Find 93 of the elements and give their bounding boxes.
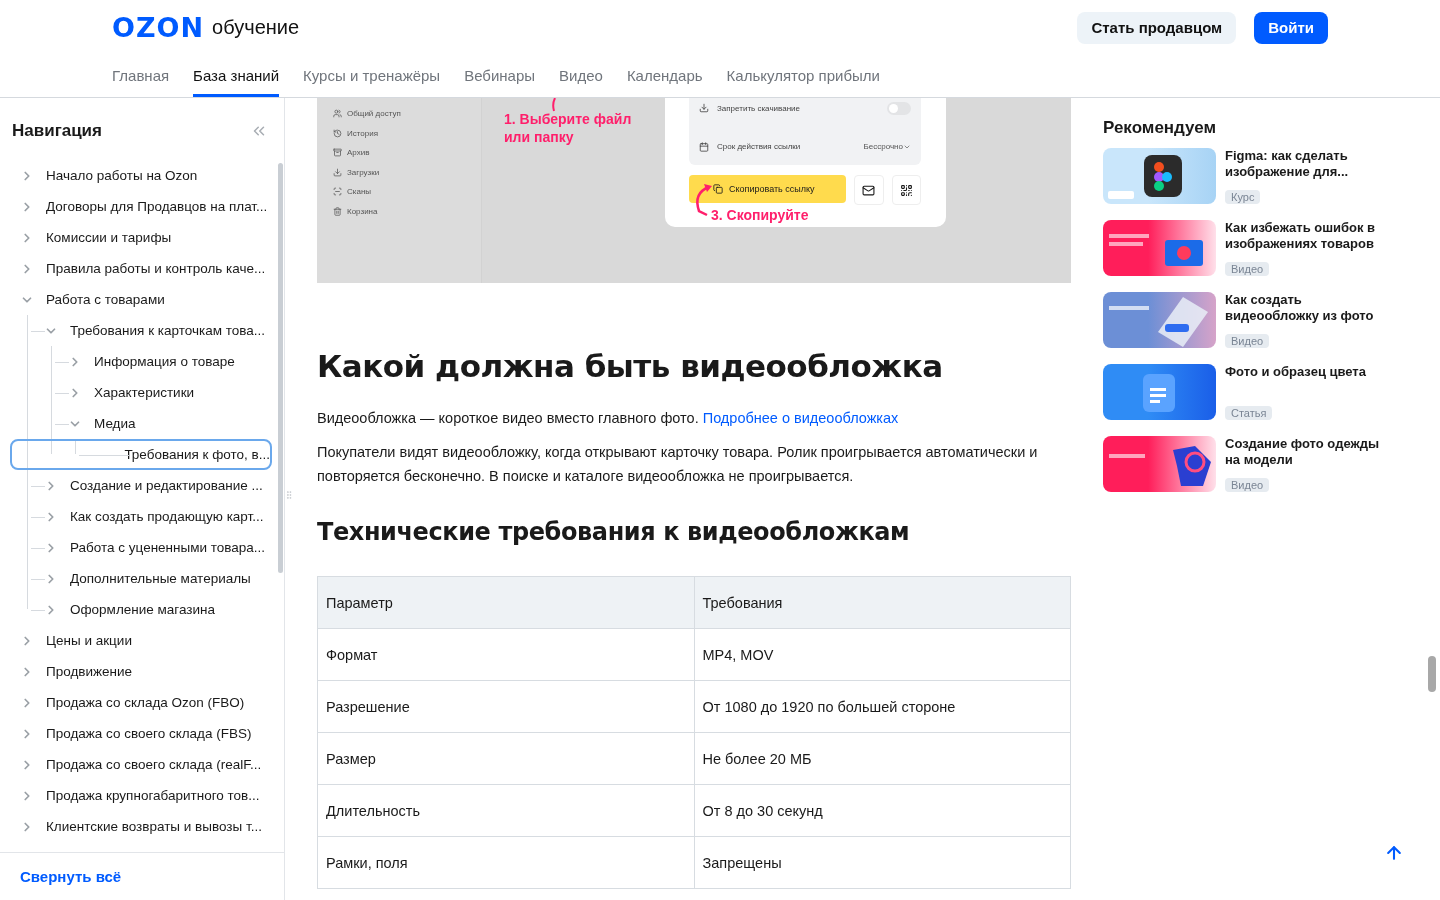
content-type-tag: Курс [1225, 190, 1261, 204]
scroll-up-icon[interactable] [1384, 843, 1404, 863]
content-type-tag: Видео [1225, 262, 1270, 276]
table-cell: Не более 20 МБ [694, 732, 1071, 785]
mail-icon [862, 183, 876, 197]
nav-item[interactable]: Продажа со склада Ozon (FBO) [10, 687, 272, 718]
nav-item[interactable]: Продвижение [10, 656, 272, 687]
table-cell: Длительность [317, 784, 694, 837]
paragraph: Покупатели видят видеообложку, когда открывают карточку товара. Ролик проигрывается автоматически и повторяется бесконечно. В поиске и каталоге видеообложка не проигрывается. [317, 443, 1039, 486]
recommendation-title[interactable]: Создание фото одежды на модели [1225, 436, 1393, 468]
content-type-tag: Статья [1225, 406, 1273, 420]
nav-item[interactable]: Оформление магазина [10, 594, 272, 625]
qr-code-icon [899, 183, 913, 197]
copy-icon [713, 184, 723, 194]
nav-item[interactable]: Характеристики [10, 377, 272, 408]
recommendations-title: Рекомендуем [1103, 117, 1218, 139]
table-cell: MP4, MOV [694, 628, 1071, 681]
nav-item[interactable]: Как создать продающую карт... [10, 501, 272, 532]
table-cell: От 8 до 30 секунд [694, 784, 1071, 837]
table-cell: Запрещены [694, 836, 1071, 889]
nav-item[interactable]: Создание и редактирование ... [10, 470, 272, 501]
nav-item[interactable]: Продажа крупногабаритного тов... [10, 780, 272, 811]
table-cell: Формат [317, 628, 694, 681]
link[interactable]: Подробнее о видеообложках [702, 410, 899, 426]
archive-icon [333, 148, 342, 158]
nav-tab[interactable]: База знаний [193, 55, 280, 97]
expiry-select[interactable]: Бессрочно [863, 142, 911, 151]
download-icon [333, 167, 342, 177]
setting-label: Запретить скачивание [717, 103, 800, 113]
logo-subtitle: обучение [212, 16, 300, 40]
paragraph: Видеообложка — короткое видео вместо главного фото. Подробнее о видеообложках [317, 409, 900, 428]
become-seller-button[interactable]: Стать продавцом [1077, 11, 1237, 44]
nav-item[interactable]: Требования к карточкам това... [10, 315, 272, 346]
nav-item[interactable]: Работа с уцененными товара... [10, 532, 272, 563]
nav-item[interactable]: Клиентские возвраты и вывозы т... [10, 811, 272, 842]
annotation: 1. Выберите файл или папку [504, 110, 633, 146]
nav-tab[interactable]: Курсы и тренажёры [303, 55, 441, 97]
nav-item[interactable]: Правила работы и контроль каче... [10, 253, 272, 284]
history-icon [333, 128, 342, 138]
recommendation-title[interactable]: Фото и образец цвета [1225, 364, 1366, 380]
column-header: Требования [694, 576, 1071, 629]
scrollbar-thumb[interactable] [1428, 656, 1436, 692]
folder-label: Архив [347, 148, 370, 158]
table-cell: Разрешение [317, 680, 694, 733]
article-heading: Какой должна быть видеообложка [317, 347, 944, 386]
nav-item[interactable]: Требования к фото, в... [10, 439, 272, 470]
scrollbar-thumb[interactable] [278, 163, 283, 573]
logo[interactable]: OZON [112, 12, 205, 44]
recommendation-title[interactable]: Как избежать ошибок в изображениях товаров [1225, 220, 1393, 252]
nav-item[interactable]: Договоры для Продавцов на плат... [10, 191, 272, 222]
nav-item[interactable]: Работа с товарами [10, 284, 272, 315]
collapse-all-link[interactable]: Свернуть всё [20, 868, 122, 885]
scan-icon [333, 187, 342, 197]
setting-label: Срок действия ссылки [717, 142, 801, 151]
nav-item[interactable]: Медиа [10, 408, 272, 439]
content-type-tag: Видео [1225, 334, 1270, 348]
annotation: 3. Скопируйте [711, 206, 809, 224]
nav-item[interactable]: Продажа со своего склада (FBS) [10, 718, 272, 749]
folder-label: История [347, 128, 379, 138]
nav-item[interactable]: Дополнительные материалы [10, 563, 272, 594]
nav-item[interactable]: Продажа со своего склада (realF... [10, 749, 272, 780]
nav-item[interactable]: Цены и акции [10, 625, 272, 656]
nav-tab[interactable]: Видео [559, 55, 603, 97]
table-cell: От 1080 до 1920 по большей стороне [694, 680, 1071, 733]
resize-handle-icon[interactable] [284, 490, 294, 500]
mail-button[interactable] [854, 175, 884, 205]
folder-label: Корзина [347, 206, 378, 216]
login-button[interactable]: Войти [1254, 11, 1328, 44]
section-heading: Технические требования к видеообложкам [317, 517, 911, 548]
folder-label: Загрузки [347, 167, 380, 177]
calendar-icon [699, 141, 709, 152]
qr-code-button[interactable] [891, 175, 921, 205]
table-cell: Рамки, поля [317, 836, 694, 889]
nav-tab[interactable]: Главная [112, 55, 170, 97]
copy-link-button[interactable]: Скопировать ссылку [689, 175, 847, 203]
nav-tab[interactable]: Календарь [626, 55, 703, 97]
sidebar-title: Навигация [12, 121, 102, 141]
content-type-tag: Видео [1225, 478, 1270, 492]
toggle[interactable] [887, 101, 911, 115]
users-icon [333, 109, 342, 119]
trash-icon [333, 206, 342, 216]
nav-item[interactable]: Информация о товаре [10, 346, 272, 377]
table-cell: Размер [317, 732, 694, 785]
download-icon [699, 103, 709, 113]
nav-item[interactable]: Комиссии и тарифы [10, 222, 272, 253]
recommendation-title[interactable]: Как создать видеообложку из фото [1225, 292, 1393, 324]
column-header: Параметр [317, 576, 694, 629]
nav-tab[interactable]: Калькулятор прибыли [726, 55, 880, 97]
folder-label: Сканы [347, 187, 372, 197]
nav-item[interactable]: Начало работы на Ozon [10, 160, 272, 191]
recommendation-title[interactable]: Figma: как сделать изображение для... [1225, 148, 1393, 180]
nav-tab[interactable]: Вебинары [464, 55, 536, 97]
folder-label: Общий доступ [347, 109, 401, 119]
